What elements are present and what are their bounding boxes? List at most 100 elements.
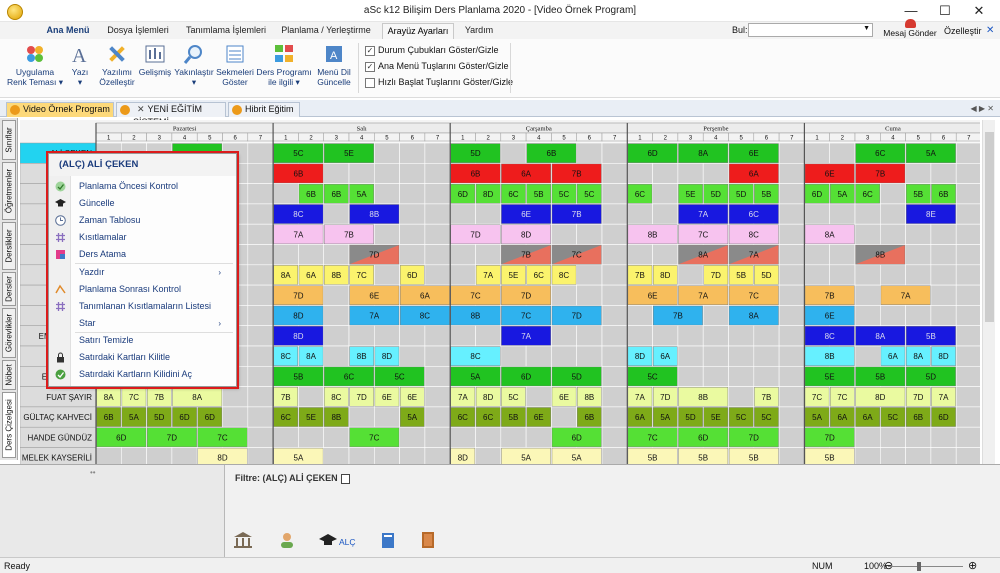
timetable-slot[interactable] <box>323 345 350 367</box>
tab-dosya[interactable]: Dosya İşlemleri <box>100 23 176 39</box>
timetable-slot[interactable] <box>955 264 980 286</box>
timetable-slot[interactable] <box>601 162 628 184</box>
timetable-slot[interactable] <box>652 162 679 184</box>
timetable-slot[interactable] <box>399 244 426 266</box>
zoom-button[interactable]: Yakınlaştır ▾ <box>174 41 214 97</box>
timetable-slot[interactable] <box>728 366 755 387</box>
timetable-slot[interactable] <box>601 406 628 428</box>
send-message-button[interactable]: Mesaj Gönder <box>878 19 942 41</box>
timetable-slot[interactable] <box>247 162 274 184</box>
timetable-slot[interactable] <box>424 345 451 367</box>
context-item-9[interactable]: Satırı Temizle <box>49 332 236 349</box>
timetable-slot[interactable] <box>247 183 274 205</box>
main-menu-keys-toggle[interactable]: ✓ Ana Menü Tuşlarını Göster/Gizle <box>365 60 509 74</box>
timetable-slot[interactable] <box>222 386 249 408</box>
timetable-slot[interactable] <box>778 447 805 465</box>
timetable-slot[interactable] <box>879 223 906 245</box>
timetable-slot[interactable] <box>905 162 932 184</box>
timetable-slot[interactable] <box>879 183 906 205</box>
timetable-slot[interactable] <box>702 162 729 184</box>
timetable-slot[interactable] <box>247 203 274 225</box>
timetable-slot[interactable] <box>601 223 628 245</box>
timetable-slot[interactable] <box>829 244 856 266</box>
timetable-slot[interactable] <box>449 426 476 448</box>
context-item-0[interactable]: Planlama Öncesi Kontrol <box>49 178 236 195</box>
doc-tab-yeni[interactable]: ✕YENİ EĞİTİM SİSTEMİ <box>116 102 226 127</box>
timetable-slot[interactable] <box>247 244 274 266</box>
checkbox-icon[interactable]: ✓ <box>365 61 375 72</box>
side-tab-dersler[interactable]: Dersler <box>2 272 16 306</box>
timetable-slot[interactable] <box>702 345 729 367</box>
timetable-slot[interactable] <box>424 366 451 387</box>
timetable-slot[interactable] <box>525 426 552 448</box>
font-button[interactable]: A Yazı ▾ <box>66 41 94 97</box>
document-icon[interactable] <box>340 473 350 484</box>
timetable-slot[interactable] <box>399 162 426 184</box>
timetable-slot[interactable] <box>525 345 552 367</box>
checkbox-icon[interactable]: ✓ <box>365 45 375 56</box>
timetable-slot[interactable] <box>298 244 324 266</box>
timetable-slot[interactable] <box>955 284 980 306</box>
timetable-slot[interactable] <box>247 447 274 465</box>
timetable-slot[interactable] <box>323 325 350 347</box>
advanced-button[interactable]: Gelişmiş <box>138 41 172 97</box>
timetable-slot[interactable] <box>348 162 375 184</box>
timetable-slot[interactable] <box>601 426 628 448</box>
zoom-slider[interactable] <box>888 566 963 567</box>
timetable-slot[interactable] <box>424 203 451 225</box>
timetable-slot[interactable] <box>298 386 324 408</box>
timetable-slot[interactable] <box>905 264 932 286</box>
timetable-slot[interactable] <box>778 183 805 205</box>
context-item-8[interactable]: Star › <box>49 315 236 332</box>
timetable-slot[interactable] <box>879 305 906 326</box>
timetable-slot[interactable] <box>576 325 603 347</box>
timetable-slot[interactable] <box>601 142 628 164</box>
timetable-slot[interactable] <box>905 426 932 448</box>
context-item-7[interactable]: Tanımlanan Kısıtlamaların Listesi <box>49 298 236 315</box>
timetable-slot[interactable] <box>905 244 932 266</box>
timetable-slot[interactable] <box>399 203 426 225</box>
timetable-slot[interactable] <box>323 162 350 184</box>
timetable-slot[interactable] <box>424 162 451 184</box>
chevron-down-icon[interactable]: ▼ <box>863 25 870 32</box>
timetable-slot[interactable] <box>955 183 980 205</box>
timetable-slot[interactable] <box>449 203 476 225</box>
timetable-slot[interactable] <box>702 305 729 326</box>
timetable-slot[interactable] <box>424 325 451 347</box>
timetable-slot[interactable] <box>601 345 628 367</box>
side-tab-gorevlikler[interactable]: Görevlikler <box>2 308 16 358</box>
timetable-slot[interactable] <box>272 244 299 266</box>
timetable-slot[interactable] <box>778 366 805 387</box>
timetable-slot[interactable] <box>778 386 805 408</box>
timetable-slot[interactable] <box>373 183 400 205</box>
door-icon[interactable] <box>418 531 438 549</box>
timetable-slot[interactable] <box>854 345 881 367</box>
timetable-slot[interactable] <box>247 366 274 387</box>
context-item-1[interactable]: Güncelle <box>49 195 236 212</box>
timetable-slot[interactable] <box>247 305 274 326</box>
customize-software-button[interactable]: Yazılımı Özelleştir <box>98 41 136 97</box>
context-item-2[interactable]: Zaman Tablosu <box>49 212 236 229</box>
vertical-scrollbar[interactable] <box>982 120 995 464</box>
quick-launch-toggle[interactable]: Hızlı Başlat Tuşlarını Göster/Gizle <box>365 76 513 90</box>
timetable-slot[interactable] <box>854 264 881 286</box>
side-tab-ders-cizelgesi[interactable]: Ders Çizelgesi <box>2 392 16 458</box>
timetable-slot[interactable] <box>601 264 628 286</box>
timetable-slot[interactable] <box>930 223 957 245</box>
checkbox-icon[interactable] <box>365 77 375 88</box>
timetable-slot[interactable] <box>778 345 805 367</box>
timetable-slot[interactable] <box>930 447 957 465</box>
context-item-11[interactable]: Satırdaki Kartların Kilidini Aç <box>49 366 236 383</box>
timetable-slot[interactable] <box>272 183 299 205</box>
timetable-slot[interactable] <box>930 426 957 448</box>
timetable-slot[interactable] <box>373 264 400 286</box>
timetable-slot[interactable] <box>652 183 679 205</box>
timetable-slot[interactable] <box>475 325 502 347</box>
timetable-slot[interactable] <box>247 142 274 164</box>
side-tab-siniflar[interactable]: Sınıflar <box>2 120 16 160</box>
doc-tab-video[interactable]: Video Örnek Program <box>6 102 114 117</box>
timetable-slot[interactable] <box>399 325 426 347</box>
timetable-slot[interactable] <box>778 284 805 306</box>
timetable-slot[interactable] <box>753 345 780 367</box>
status-bars-toggle[interactable]: ✓ Durum Çubukları Göster/Gizle <box>365 44 499 58</box>
